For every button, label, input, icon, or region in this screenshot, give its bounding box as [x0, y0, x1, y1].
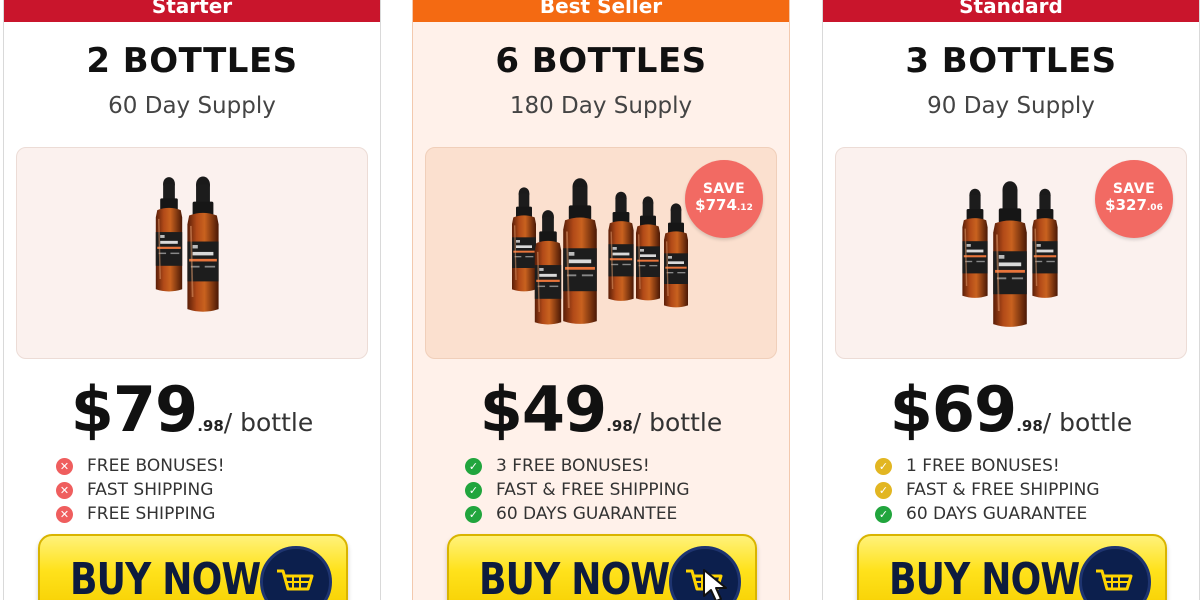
feature-item: ✓ 1 FREE BONUSES!: [875, 454, 1100, 478]
save-cents: .06: [1146, 203, 1163, 214]
price: $49.98/ bottle: [413, 373, 789, 446]
plan-title: 6 BOTTLES: [495, 41, 707, 81]
buy-now-button[interactable]: BUY NOW: [38, 534, 348, 600]
feature-item: ✓ 3 FREE BONUSES!: [465, 454, 690, 478]
plan-ribbon: Starter: [4, 0, 380, 22]
buy-now-label: BUY NOW: [479, 554, 670, 600]
plan-ribbon-label: Standard: [959, 0, 1063, 18]
feature-text: 3 FREE BONUSES!: [496, 456, 650, 476]
feature-text: FREE BONUSES!: [87, 456, 225, 476]
plan-ribbon-label: Starter: [151, 0, 233, 18]
bottles-image: [155, 175, 220, 313]
plan-card-standard: Standard 3 BOTTLES 90 Day Supply SAVE $3…: [822, 0, 1200, 600]
feature-list: ✓ 3 FREE BONUSES! ✓ FAST & FREE SHIPPING…: [465, 454, 690, 526]
x-icon: ✕: [56, 505, 73, 523]
price-cents: .98: [606, 417, 633, 435]
check-icon: ✓: [465, 505, 482, 523]
cart-icon: [260, 546, 332, 600]
plan-ribbon-label: Best Seller: [539, 0, 663, 18]
price-dollars: $49: [479, 373, 607, 446]
plan-ribbon: Standard: [823, 0, 1199, 22]
plan-supply: 60 Day Supply: [108, 93, 276, 119]
save-label: SAVE: [702, 181, 746, 197]
plan-supply: 90 Day Supply: [927, 93, 1095, 119]
feature-item: ✓ 60 DAYS GUARANTEE: [875, 502, 1100, 526]
buy-now-button[interactable]: BUY NOW: [857, 534, 1167, 600]
price-dollars: $69: [889, 373, 1017, 446]
feature-item: ✕ FREE SHIPPING: [56, 502, 225, 526]
feature-text: FAST & FREE SHIPPING: [496, 480, 690, 500]
mouse-pointer-icon: [703, 569, 727, 600]
feature-list: ✕ FREE BONUSES! ✕ FAST SHIPPING ✕ FREE S…: [56, 454, 225, 526]
cart-icon: [1079, 546, 1151, 600]
plan-title: 2 BOTTLES: [86, 41, 298, 81]
feature-list: ✓ 1 FREE BONUSES! ✓ FAST & FREE SHIPPING…: [875, 454, 1100, 526]
plan-supply: 180 Day Supply: [509, 93, 693, 119]
check-icon: ✓: [465, 481, 482, 499]
check-icon: ✓: [875, 457, 892, 475]
feature-text: FAST SHIPPING: [87, 480, 214, 500]
x-icon: ✕: [56, 457, 73, 475]
check-icon: ✓: [465, 457, 482, 475]
save-cents: .12: [736, 203, 753, 214]
product-image: [16, 147, 368, 359]
save-badge: SAVE $774.12: [685, 160, 763, 238]
price-unit: / bottle: [223, 408, 314, 437]
feature-text: 60 DAYS GUARANTEE: [496, 504, 678, 524]
feature-item: ✓ FAST & FREE SHIPPING: [465, 478, 690, 502]
buy-now-label: BUY NOW: [70, 554, 261, 600]
check-icon: ✓: [875, 481, 892, 499]
x-icon: ✕: [56, 481, 73, 499]
feature-item: ✕ FAST SHIPPING: [56, 478, 225, 502]
feature-text: 1 FREE BONUSES!: [906, 456, 1060, 476]
plan-card-starter: Starter 2 BOTTLES 60 Day Supply $79.98/ …: [3, 0, 381, 600]
price-unit: / bottle: [1042, 408, 1133, 437]
feature-item: ✕ FREE BONUSES!: [56, 454, 225, 478]
product-image: SAVE $774.12: [425, 147, 777, 359]
feature-text: FAST & FREE SHIPPING: [906, 480, 1100, 500]
price-unit: / bottle: [632, 408, 723, 437]
save-amount: $327: [1105, 196, 1147, 215]
price: $79.98/ bottle: [4, 373, 380, 446]
plan-title: 3 BOTTLES: [905, 41, 1117, 81]
check-icon: ✓: [875, 505, 892, 523]
buy-now-button[interactable]: BUY NOW: [447, 534, 757, 600]
buy-now-label: BUY NOW: [889, 554, 1080, 600]
price-cents: .98: [197, 417, 224, 435]
save-amount: $774: [695, 196, 737, 215]
save-badge: SAVE $327.06: [1095, 160, 1173, 238]
feature-text: FREE SHIPPING: [87, 504, 216, 524]
price-cents: .98: [1016, 417, 1043, 435]
product-image: SAVE $327.06: [835, 147, 1187, 359]
feature-item: ✓ FAST & FREE SHIPPING: [875, 478, 1100, 502]
save-label: SAVE: [1112, 181, 1156, 197]
plan-card-best-seller: Best Seller 6 BOTTLES 180 Day Supply SAV…: [412, 0, 790, 600]
feature-text: 60 DAYS GUARANTEE: [906, 504, 1088, 524]
plan-ribbon: Best Seller: [413, 0, 789, 22]
price: $69.98/ bottle: [823, 373, 1199, 446]
price-dollars: $79: [70, 373, 198, 446]
feature-item: ✓ 60 DAYS GUARANTEE: [465, 502, 690, 526]
